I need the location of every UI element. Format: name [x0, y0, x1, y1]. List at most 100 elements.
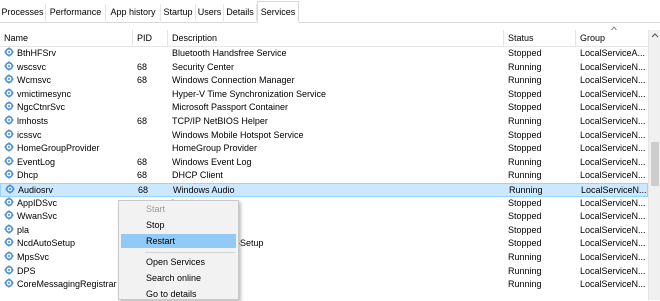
service-name-cell: Wcmsvc [4, 74, 134, 88]
service-gear-icon [5, 184, 15, 194]
service-status: Stopped [508, 238, 542, 249]
menu-item-open-services[interactable]: Open Services [121, 255, 236, 269]
service-description: Bluetooth Handsfree Service [172, 48, 287, 58]
vertical-scrollbar[interactable] [648, 30, 660, 300]
tab-performance[interactable]: Performance [46, 4, 106, 21]
service-row[interactable]: MpsSvc Running LocalServiceN... [0, 251, 648, 265]
tab-app-history[interactable]: App history [106, 4, 161, 21]
service-pid: 68 [138, 184, 149, 195]
service-group: LocalServiceN... [580, 170, 646, 181]
tab-details[interactable]: Details [224, 4, 257, 21]
service-status: Running [508, 279, 542, 290]
service-name-cell: WwanSvc [4, 210, 134, 224]
service-name: pla [17, 224, 30, 235]
service-name-cell: pla [4, 224, 134, 238]
service-group: LocalServiceN... [580, 61, 646, 72]
service-pid: 68 [137, 75, 148, 86]
service-row[interactable]: HomeGroupProvider HomeGroup Provider Stopp… [0, 142, 648, 156]
service-status: Stopped [508, 129, 542, 140]
service-gear-icon [4, 142, 14, 152]
tab-services[interactable]: Services [257, 1, 299, 23]
service-row[interactable]: vmictimesync Hyper-V Time Synchronization… [0, 88, 648, 102]
service-status: Stopped [508, 102, 542, 113]
service-name: icssvc [17, 129, 42, 140]
column-header-group[interactable]: Group [576, 30, 648, 46]
service-row[interactable]: Wcmsvc 68 Windows Connection Manager Runnin… [0, 74, 648, 88]
tab-processes[interactable]: Processes [0, 4, 46, 21]
service-status: Stopped [508, 211, 542, 222]
column-header-description[interactable]: Description [168, 30, 504, 46]
service-name-cell: EventLog [4, 156, 134, 170]
service-row[interactable]: AppIDSvcityStoppedLocalServiceN... [0, 196, 648, 211]
service-row[interactable]: plas & AlertsStoppedLocalServiceN... [0, 224, 648, 238]
service-group: LocalServiceA... [580, 48, 646, 58]
menu-item-go-to-details[interactable]: Go to details [121, 287, 236, 301]
service-status: Running [508, 61, 542, 72]
service-gear-icon [4, 128, 14, 139]
service-pid: 68 [137, 170, 148, 181]
service-name: WwanSvc [17, 211, 58, 222]
service-name-cell: AppIDSvc [4, 196, 134, 211]
service-gear-icon [4, 88, 14, 98]
service-name: Dhcp [17, 170, 39, 181]
service-row[interactable]: WwanSvc Stopped LocalServiceN... [0, 210, 648, 224]
menu-item-stop[interactable]: Stop [121, 218, 236, 232]
service-group: LocalServiceN... [580, 224, 646, 235]
service-description: Security Center [172, 61, 235, 72]
service-name-cell: MpsSvc [4, 251, 134, 265]
service-row[interactable]: BthHFSrv Bluetooth Handsfree Service Stopp… [0, 47, 648, 61]
service-group: LocalServiceN... [580, 238, 646, 249]
service-status: Running [508, 251, 542, 262]
service-name: MpsSvc [17, 251, 50, 262]
service-gear-icon [4, 101, 14, 112]
service-name: vmictimesync [17, 88, 72, 99]
service-status: Running [509, 184, 543, 195]
services-list: BthHFSrv Bluetooth Handsfree Service Stopp… [0, 47, 648, 292]
service-row[interactable]: NcdAutoSetuped Devices Auto-SetupStopped… [0, 237, 648, 251]
scroll-up-icon[interactable] [651, 32, 659, 38]
service-name-cell: lmhosts [4, 115, 134, 129]
service-description: Windows Mobile Hotspot Service [172, 129, 304, 140]
tab-users[interactable]: Users [196, 4, 224, 21]
tab-startup[interactable]: Startup [161, 4, 196, 21]
service-gear-icon [4, 115, 14, 125]
service-gear-icon [4, 264, 14, 275]
service-name-cell: NcdAutoSetup [4, 237, 134, 251]
service-status: Running [508, 75, 542, 86]
menu-item-search-online[interactable]: Search online [121, 271, 236, 285]
service-row[interactable]: Dhcp 68 DHCP Client Running LocalServiceN... [0, 169, 648, 183]
service-row[interactable]: EventLog 68 Windows Event Log Running LocalS… [0, 156, 648, 170]
menu-item-start[interactable]: Start [121, 202, 236, 216]
tab-bar: Processes Performance App history Startu… [0, 0, 660, 23]
service-row[interactable]: lmhosts 68 TCP/IP NetBIOS Helper Running Loc… [0, 115, 648, 129]
service-status: Stopped [508, 88, 542, 99]
service-row[interactable]: Audiosrv 68 Windows Audio Running LocalServi… [0, 182, 648, 197]
service-description: DHCP Client [172, 170, 223, 181]
service-name-cell: vmictimesync [4, 88, 134, 102]
service-row[interactable]: wscsvc 68 Security Center Running LocalServi… [0, 60, 648, 75]
service-row[interactable]: CoreMessagingRegistrar Running LocalServic… [0, 278, 648, 292]
service-gear-icon [4, 156, 14, 166]
service-row[interactable]: DPSServiceRunningLocalServiceN... [0, 264, 648, 279]
service-gear-icon [4, 224, 14, 234]
service-name-cell: icssvc [4, 128, 134, 143]
service-group: LocalServiceN... [580, 156, 646, 167]
service-gear-icon [4, 47, 14, 57]
menu-separator [145, 252, 235, 253]
scrollbar-thumb[interactable] [651, 142, 659, 186]
column-header-pid[interactable]: PID [133, 30, 168, 46]
service-name: lmhosts [17, 115, 49, 126]
service-group: LocalServiceN... [580, 102, 646, 113]
service-gear-icon [4, 237, 14, 248]
service-group: LocalServiceN... [580, 265, 646, 276]
service-group: LocalServiceN... [580, 251, 646, 262]
service-status: Running [508, 156, 542, 167]
service-row[interactable]: icssvc Windows Mobile Hotspot Service Stop… [0, 128, 648, 143]
service-row[interactable]: NgcCtnrSvc Microsoft Passport Container St… [0, 101, 648, 115]
column-header-status[interactable]: Status [504, 30, 576, 46]
column-header-name[interactable]: Name [0, 30, 133, 46]
service-status: Running [508, 265, 542, 276]
service-name-cell: CoreMessagingRegistrar [4, 278, 134, 292]
service-gear-icon [4, 210, 14, 220]
menu-item-restart[interactable]: Restart [121, 234, 236, 248]
